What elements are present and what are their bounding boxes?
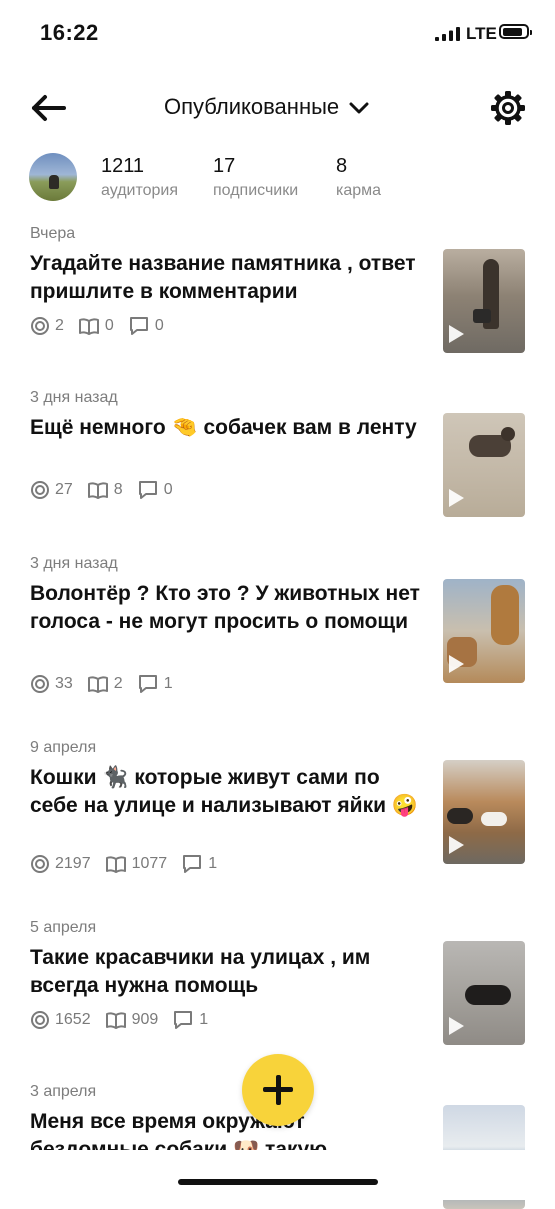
book-icon xyxy=(105,1012,126,1029)
book-icon xyxy=(105,856,126,873)
gear-icon xyxy=(491,91,525,125)
comment-icon xyxy=(183,855,202,873)
stat-label: карма xyxy=(336,182,382,199)
play-icon xyxy=(449,489,464,507)
comment-icon xyxy=(138,481,157,499)
post-thumbnail xyxy=(443,579,525,683)
post-metrics: 2197 1077 1 xyxy=(30,854,231,874)
stat-value: 8 xyxy=(336,155,348,177)
post-title: Кошки 🐈‍⬛ которые живут сами по себе на … xyxy=(30,766,418,817)
network-type: LTE xyxy=(466,24,497,43)
views-icon xyxy=(31,317,49,335)
play-icon xyxy=(449,836,464,854)
book-icon xyxy=(87,676,108,693)
chevron-down-icon xyxy=(349,102,369,114)
status-time: 16:22 xyxy=(40,20,99,45)
post-title: Ещё немного 🤏 собачек вам в ленту xyxy=(30,416,417,439)
comments-count: 1 xyxy=(199,1011,209,1028)
post-thumbnail xyxy=(443,249,525,353)
views-count: 1652 xyxy=(55,1011,91,1028)
plus-icon-stroke xyxy=(275,1075,281,1105)
comments-count: 1 xyxy=(163,675,173,692)
play-icon xyxy=(449,325,464,343)
views-icon xyxy=(31,1011,49,1029)
comments-count: 0 xyxy=(154,317,164,334)
add-post-button[interactable] xyxy=(242,1054,314,1126)
stat-subscribers: 17 подписчики xyxy=(213,154,298,202)
page-title: Опубликованные xyxy=(164,94,340,119)
post-date: 3 апреля xyxy=(30,1083,97,1100)
views-icon xyxy=(31,675,49,693)
views-count: 2197 xyxy=(55,855,91,872)
post-thumbnail xyxy=(443,941,525,1045)
post-metrics: 27 8 0 xyxy=(30,480,187,500)
post-title: Угадайте название памятника , ответ приш… xyxy=(30,252,416,303)
post-metrics: 1652 909 1 xyxy=(30,1010,222,1030)
stat-value: 1211 xyxy=(101,155,145,177)
home-indicator xyxy=(178,1179,378,1185)
comments-count: 0 xyxy=(163,481,173,498)
stat-label: подписчики xyxy=(213,182,299,199)
battery-icon xyxy=(499,24,532,39)
post-date: 3 дня назад xyxy=(30,389,118,406)
reads-count: 1077 xyxy=(131,855,168,872)
views-count: 2 xyxy=(55,317,64,334)
section-dropdown[interactable]: Опубликованные xyxy=(164,94,369,120)
post-metrics: 2 0 0 xyxy=(30,316,178,336)
post-title: Волонтёр ? Кто это ? У животных нет голо… xyxy=(30,582,420,633)
comment-icon xyxy=(174,1011,193,1029)
views-count: 33 xyxy=(55,675,73,692)
post-date: 3 дня назад xyxy=(30,555,118,572)
comments-count: 1 xyxy=(208,855,218,872)
post-title: Такие красавчики на улицах , им всегда н… xyxy=(30,946,371,997)
settings-button[interactable] xyxy=(490,90,526,126)
play-icon xyxy=(449,1017,464,1035)
header: Опубликованные xyxy=(0,80,555,136)
play-icon xyxy=(449,655,464,673)
arrow-left-icon xyxy=(32,95,66,121)
bottom-mask xyxy=(0,1150,555,1200)
post-thumbnail xyxy=(443,413,525,517)
avatar[interactable] xyxy=(29,153,77,201)
status-bar: 16:22 LTE xyxy=(0,0,555,70)
post-thumbnail xyxy=(443,760,525,864)
book-icon xyxy=(87,482,108,499)
views-count: 27 xyxy=(55,481,73,498)
comment-icon xyxy=(138,675,157,693)
post-metrics: 33 2 1 xyxy=(30,674,187,694)
book-icon xyxy=(78,318,99,335)
comment-icon xyxy=(129,317,148,335)
profile-stats: 1211 аудитория 17 подписчики 8 карма xyxy=(0,150,555,210)
views-icon xyxy=(31,855,49,873)
stat-audience: 1211 аудитория xyxy=(101,154,178,202)
reads-count: 909 xyxy=(131,1011,159,1028)
post-date: 5 апреля xyxy=(30,919,97,936)
post-date: Вчера xyxy=(30,225,76,242)
signal-icon xyxy=(435,27,460,41)
reads-count: 0 xyxy=(104,317,114,334)
stat-label: аудитория xyxy=(101,182,179,199)
views-icon xyxy=(31,481,49,499)
reads-count: 8 xyxy=(113,481,123,498)
stat-value: 17 xyxy=(213,155,236,177)
post-date: 9 апреля xyxy=(30,739,97,756)
back-button[interactable] xyxy=(30,90,70,126)
reads-count: 2 xyxy=(113,675,123,692)
stat-karma: 8 карма xyxy=(336,154,381,202)
